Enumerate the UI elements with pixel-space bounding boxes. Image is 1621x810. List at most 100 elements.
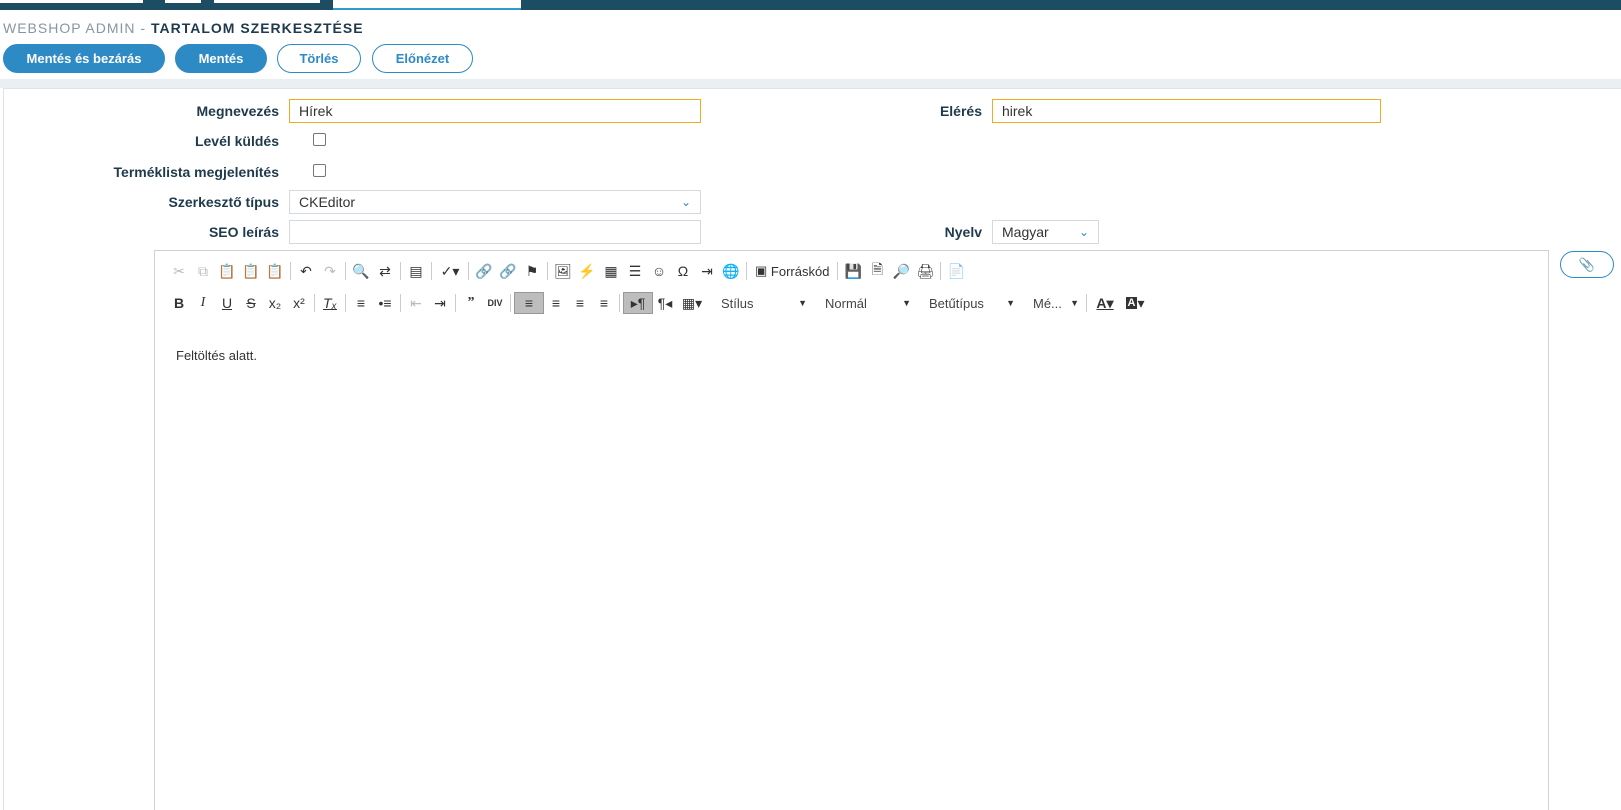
toolbar-separator xyxy=(345,262,346,280)
print-icon[interactable]: 🖨 xyxy=(913,260,937,282)
source-button[interactable]: ▣ Forráskód xyxy=(750,260,834,282)
top-nav-bar xyxy=(0,0,1621,10)
align-right-icon[interactable]: ≡ xyxy=(568,292,592,314)
size-combo[interactable]: Mé... ▼ xyxy=(1029,292,1083,314)
toolbar-separator xyxy=(400,262,401,280)
table-icon[interactable]: ▦ xyxy=(599,260,623,282)
page-title-main: TARTALOM SZERKESZTÉSE xyxy=(150,20,364,36)
image-icon[interactable]: 🖼 xyxy=(551,260,575,282)
font-combo[interactable]: Betűtípus ▼ xyxy=(925,292,1019,314)
remove-format-icon[interactable]: Tₓ xyxy=(318,292,342,314)
strikethrough-icon[interactable]: S xyxy=(239,292,263,314)
chevron-down-icon: ⌄ xyxy=(680,195,691,209)
indent-icon[interactable]: ⇥ xyxy=(428,292,452,314)
text-color-icon[interactable]: A▾ xyxy=(1090,292,1120,314)
select-all-icon[interactable]: ▤ xyxy=(404,260,428,282)
flash-icon[interactable]: ⚡ xyxy=(575,260,599,282)
page-title-prefix: WEBSHOP ADMIN - xyxy=(3,20,147,36)
templates-icon[interactable]: 📄 xyxy=(944,260,968,282)
style-combo-label: Stílus xyxy=(721,295,754,311)
path-input[interactable] xyxy=(992,99,1381,123)
top-nav-tab-1[interactable] xyxy=(0,0,143,3)
top-nav-tab-active[interactable] xyxy=(333,0,521,10)
new-page-icon[interactable]: 🗎 xyxy=(865,260,889,282)
language-menu-icon[interactable]: ▦▾ xyxy=(677,292,707,314)
name-label: Megnevezés xyxy=(196,103,279,119)
blockquote-icon[interactable]: ” xyxy=(459,292,483,314)
toolbar-separator xyxy=(746,262,747,280)
editor-type-label: Szerkesztő típus xyxy=(168,194,279,210)
undo-icon[interactable]: ↶ xyxy=(294,260,318,282)
language-value: Magyar xyxy=(1002,224,1049,240)
preview-doc-icon[interactable]: 🔎 xyxy=(889,260,913,282)
toolbar-separator xyxy=(400,294,401,312)
redo-icon[interactable]: ↷ xyxy=(318,260,342,282)
format-combo[interactable]: Normál ▼ xyxy=(821,292,915,314)
smiley-icon[interactable]: ☺ xyxy=(647,260,671,282)
save-button[interactable]: Mentés xyxy=(175,44,267,73)
toolbar-separator xyxy=(510,294,511,312)
editor-type-value: CKEditor xyxy=(299,194,356,210)
editor-type-select[interactable]: CKEditor ⌄ xyxy=(289,190,701,214)
iframe-globe-icon[interactable]: 🌐 xyxy=(719,260,743,282)
seo-input[interactable] xyxy=(289,220,701,244)
link-icon[interactable]: 🔗 xyxy=(472,260,496,282)
product-list-checkbox[interactable] xyxy=(313,164,326,177)
style-combo[interactable]: Stílus ▼ xyxy=(717,292,811,314)
source-label: Forráskód xyxy=(770,263,830,279)
bold-icon[interactable]: B xyxy=(167,292,191,314)
anchor-flag-icon[interactable]: ⚑ xyxy=(520,260,544,282)
path-label: Elérés xyxy=(939,103,982,119)
numbered-list-icon[interactable]: ≡ xyxy=(349,292,373,314)
subscript-icon[interactable]: x₂ xyxy=(263,292,287,314)
toolbar-separator xyxy=(345,294,346,312)
align-left-icon[interactable]: ≡ xyxy=(514,292,544,314)
toolbar-separator xyxy=(468,262,469,280)
save-and-close-button[interactable]: Mentés és bezárás xyxy=(3,44,165,73)
find-icon[interactable]: 🔍 xyxy=(349,260,373,282)
top-nav-tab-2[interactable] xyxy=(165,0,201,3)
align-justify-icon[interactable]: ≡ xyxy=(592,292,616,314)
paste-word-icon[interactable]: 📋 xyxy=(263,260,287,282)
div-container-icon[interactable]: DIV xyxy=(483,292,507,314)
paste-text-icon[interactable]: 📋 xyxy=(239,260,263,282)
horizontal-rule-icon[interactable]: ☰ xyxy=(623,260,647,282)
toolbar-separator xyxy=(314,294,315,312)
font-combo-label: Betűtípus xyxy=(929,295,984,311)
toolbar-separator xyxy=(290,262,291,280)
outdent-icon[interactable]: ⇤ xyxy=(404,292,428,314)
toolbar-separator xyxy=(431,262,432,280)
underline-icon[interactable]: U xyxy=(215,292,239,314)
copy-icon[interactable]: ⧉ xyxy=(191,260,215,282)
save-doc-icon[interactable]: 💾 xyxy=(841,260,865,282)
background-color-icon[interactable]: A ▾ xyxy=(1120,292,1150,314)
bulleted-list-icon[interactable]: •≡ xyxy=(373,292,397,314)
align-center-icon[interactable]: ≡ xyxy=(544,292,568,314)
toolbar-separator xyxy=(1086,294,1087,312)
editor-toolbar-row-2: B I U S x₂ x² Tₓ ≡ •≡ ⇤ ⇥ ” DIV ≡ ≡ ≡ ≡ … xyxy=(167,292,1150,314)
language-select[interactable]: Magyar ⌄ xyxy=(992,220,1099,244)
replace-icon[interactable]: ⇄ xyxy=(373,260,397,282)
special-char-icon[interactable]: Ω xyxy=(671,260,695,282)
editor-content[interactable]: Feltöltés alatt. xyxy=(176,348,257,363)
paste-icon[interactable]: 📋 xyxy=(215,260,239,282)
send-mail-checkbox[interactable] xyxy=(313,133,326,146)
top-nav-tab-3[interactable] xyxy=(214,0,320,3)
name-input[interactable] xyxy=(289,99,701,123)
rich-text-editor: ✂ ⧉ 📋 📋 📋 ↶ ↷ 🔍 ⇄ ▤ ✓▾ 🔗 🔗 ⚑ 🖼 ⚡ ▦ ☰ ☺ Ω… xyxy=(154,250,1549,810)
unlink-icon[interactable]: 🔗 xyxy=(496,260,520,282)
paperclip-icon: 📎 xyxy=(1578,256,1596,272)
cut-icon[interactable]: ✂ xyxy=(167,260,191,282)
send-mail-label: Levél küldés xyxy=(194,133,279,149)
text-direction-rtl-icon[interactable]: ¶◂ xyxy=(653,292,677,314)
preview-button[interactable]: Előnézet xyxy=(372,44,473,73)
editor-toolbar-row-1: ✂ ⧉ 📋 📋 📋 ↶ ↷ 🔍 ⇄ ▤ ✓▾ 🔗 🔗 ⚑ 🖼 ⚡ ▦ ☰ ☺ Ω… xyxy=(167,260,968,282)
page-break-icon[interactable]: ⇥ xyxy=(695,260,719,282)
spellcheck-icon[interactable]: ✓▾ xyxy=(435,260,465,282)
italic-icon[interactable]: I xyxy=(191,292,215,314)
delete-button[interactable]: Törlés xyxy=(277,44,361,73)
text-direction-ltr-icon[interactable]: ▸¶ xyxy=(623,292,653,314)
superscript-icon[interactable]: x² xyxy=(287,292,311,314)
caret-down-icon: ▼ xyxy=(798,298,807,308)
attach-button[interactable]: 📎 xyxy=(1560,251,1614,278)
